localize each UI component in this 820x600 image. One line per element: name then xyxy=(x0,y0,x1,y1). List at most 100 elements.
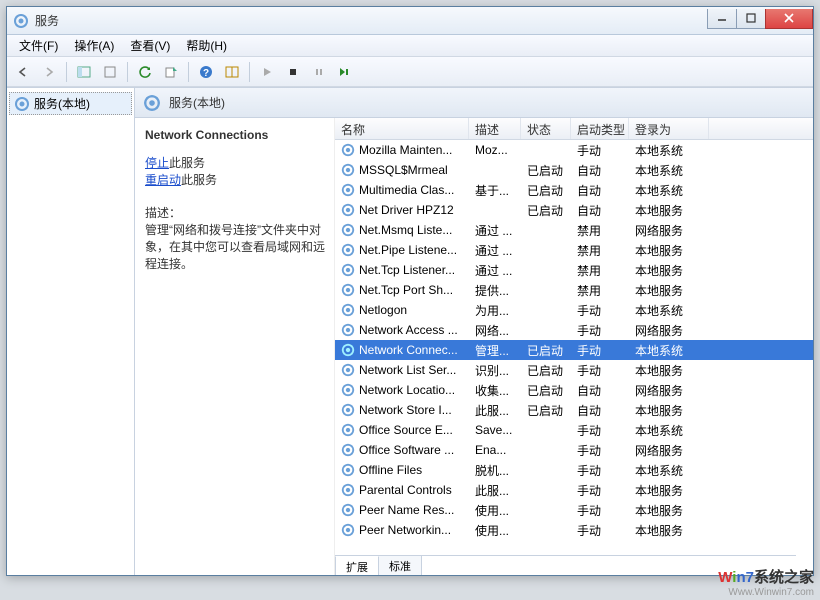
help-button[interactable]: ? xyxy=(194,60,218,84)
service-icon xyxy=(341,463,355,477)
col-status[interactable]: 状态 xyxy=(521,118,571,139)
service-row[interactable]: MSSQL$Mrmeal已启动自动本地系统 xyxy=(335,160,813,180)
pause-service-button[interactable] xyxy=(307,60,331,84)
service-row[interactable]: Peer Networkin...使用...手动本地服务 xyxy=(335,520,813,540)
row-logon: 本地系统 xyxy=(629,162,709,179)
service-icon xyxy=(341,403,355,417)
restart-link[interactable]: 重启动 xyxy=(145,173,181,187)
service-row[interactable]: Network Store I...此服...已启动自动本地服务 xyxy=(335,400,813,420)
service-row[interactable]: Net.Msmq Liste...通过 ...禁用网络服务 xyxy=(335,220,813,240)
service-icon xyxy=(341,343,355,357)
svg-text:?: ? xyxy=(203,68,209,79)
row-desc: 网络... xyxy=(469,322,521,339)
right-pane: 服务(本地) Network Connections 停止此服务 重启动此服务 … xyxy=(135,88,813,575)
properties-button[interactable] xyxy=(98,60,122,84)
export-button[interactable] xyxy=(159,60,183,84)
service-row[interactable]: Net.Tcp Port Sh...提供...禁用本地服务 xyxy=(335,280,813,300)
row-logon: 本地服务 xyxy=(629,502,709,519)
row-desc: 为用... xyxy=(469,302,521,319)
service-list[interactable]: Mozilla Mainten...Moz...手动本地系统MSSQL$Mrme… xyxy=(335,140,813,575)
row-startup: 手动 xyxy=(571,302,629,319)
right-header: 服务(本地) xyxy=(135,88,813,118)
row-logon: 本地服务 xyxy=(629,242,709,259)
menu-view[interactable]: 查看(V) xyxy=(122,35,178,56)
tree-root-node[interactable]: 服务(本地) xyxy=(9,92,132,115)
start-service-button[interactable] xyxy=(255,60,279,84)
row-status: 已启动 xyxy=(521,162,571,179)
right-header-title: 服务(本地) xyxy=(169,94,225,111)
row-startup: 手动 xyxy=(571,342,629,359)
service-icon xyxy=(341,243,355,257)
service-row[interactable]: Net.Tcp Listener...通过 ...禁用本地服务 xyxy=(335,260,813,280)
detail-view-button[interactable] xyxy=(220,60,244,84)
restart-service-button[interactable] xyxy=(333,60,357,84)
tab-standard[interactable]: 标准 xyxy=(378,555,422,575)
minimize-button[interactable] xyxy=(707,9,737,29)
service-icon xyxy=(341,143,355,157)
service-row[interactable]: Office Software ...Ena...手动网络服务 xyxy=(335,440,813,460)
col-desc[interactable]: 描述 xyxy=(469,118,521,139)
stop-link[interactable]: 停止 xyxy=(145,156,169,170)
service-row[interactable]: Parental Controls此服...手动本地服务 xyxy=(335,480,813,500)
view-tabs: 扩展 标准 xyxy=(335,555,421,575)
service-row[interactable]: Peer Name Res...使用...手动本地服务 xyxy=(335,500,813,520)
service-row[interactable]: Net.Pipe Listene...通过 ...禁用本地服务 xyxy=(335,240,813,260)
row-name: Peer Name Res... xyxy=(359,503,454,517)
service-icon xyxy=(341,363,355,377)
row-logon: 网络服务 xyxy=(629,322,709,339)
service-row[interactable]: Office Source E...Save...手动本地系统 xyxy=(335,420,813,440)
service-row[interactable]: Offline Files脱机...手动本地系统 xyxy=(335,460,813,480)
row-logon: 本地系统 xyxy=(629,422,709,439)
menu-help[interactable]: 帮助(H) xyxy=(178,35,235,56)
service-icon xyxy=(341,183,355,197)
maximize-button[interactable] xyxy=(736,9,766,29)
row-name: Net.Tcp Port Sh... xyxy=(359,283,453,297)
row-name: Parental Controls xyxy=(359,483,452,497)
service-row[interactable]: Network Access ...网络...手动网络服务 xyxy=(335,320,813,340)
service-row[interactable]: Network List Ser...识别...已启动手动本地服务 xyxy=(335,360,813,380)
service-row[interactable]: Network Locatio...收集...已启动自动网络服务 xyxy=(335,380,813,400)
col-startup[interactable]: 启动类型 xyxy=(571,118,629,139)
tree-root-label: 服务(本地) xyxy=(34,95,90,112)
desc-label: 描述： xyxy=(145,204,326,221)
row-startup: 手动 xyxy=(571,322,629,339)
refresh-button[interactable] xyxy=(133,60,157,84)
back-button[interactable] xyxy=(11,60,35,84)
service-icon xyxy=(341,303,355,317)
services-icon xyxy=(14,96,30,112)
title-bar[interactable]: 服务 xyxy=(7,7,813,35)
column-header: 名称 描述 状态 启动类型 登录为 xyxy=(335,118,813,140)
close-button[interactable] xyxy=(765,9,813,29)
row-startup: 禁用 xyxy=(571,222,629,239)
stop-service-button[interactable] xyxy=(281,60,305,84)
tab-extended[interactable]: 扩展 xyxy=(335,556,379,575)
row-desc: 基于... xyxy=(469,182,521,199)
row-name: Office Software ... xyxy=(359,443,454,457)
row-startup: 手动 xyxy=(571,142,629,159)
row-desc: Moz... xyxy=(469,143,521,157)
row-logon: 本地服务 xyxy=(629,362,709,379)
row-desc: 识别... xyxy=(469,362,521,379)
service-row[interactable]: Mozilla Mainten...Moz...手动本地系统 xyxy=(335,140,813,160)
service-row[interactable]: Net Driver HPZ12已启动自动本地服务 xyxy=(335,200,813,220)
row-logon: 本地系统 xyxy=(629,342,709,359)
list-wrap: 名称 描述 状态 启动类型 登录为 Mozilla Mainten...Moz.… xyxy=(335,118,813,575)
row-logon: 网络服务 xyxy=(629,442,709,459)
service-icon xyxy=(341,383,355,397)
row-startup: 自动 xyxy=(571,162,629,179)
forward-button[interactable] xyxy=(37,60,61,84)
show-hide-tree-button[interactable] xyxy=(72,60,96,84)
row-logon: 本地系统 xyxy=(629,182,709,199)
row-desc: 通过 ... xyxy=(469,262,521,279)
row-startup: 手动 xyxy=(571,462,629,479)
menu-file[interactable]: 文件(F) xyxy=(11,35,66,56)
row-logon: 本地服务 xyxy=(629,482,709,499)
service-row[interactable]: Multimedia Clas...基于...已启动自动本地系统 xyxy=(335,180,813,200)
service-row[interactable]: Network Connec...管理...已启动手动本地系统 xyxy=(335,340,813,360)
row-desc: Ena... xyxy=(469,443,521,457)
menu-action[interactable]: 操作(A) xyxy=(66,35,122,56)
service-row[interactable]: Netlogon为用...手动本地系统 xyxy=(335,300,813,320)
body-split: 服务(本地) 服务(本地) Network Connections 停止此服务 … xyxy=(7,87,813,575)
col-name[interactable]: 名称 xyxy=(335,118,469,139)
col-logon[interactable]: 登录为 xyxy=(629,118,709,139)
